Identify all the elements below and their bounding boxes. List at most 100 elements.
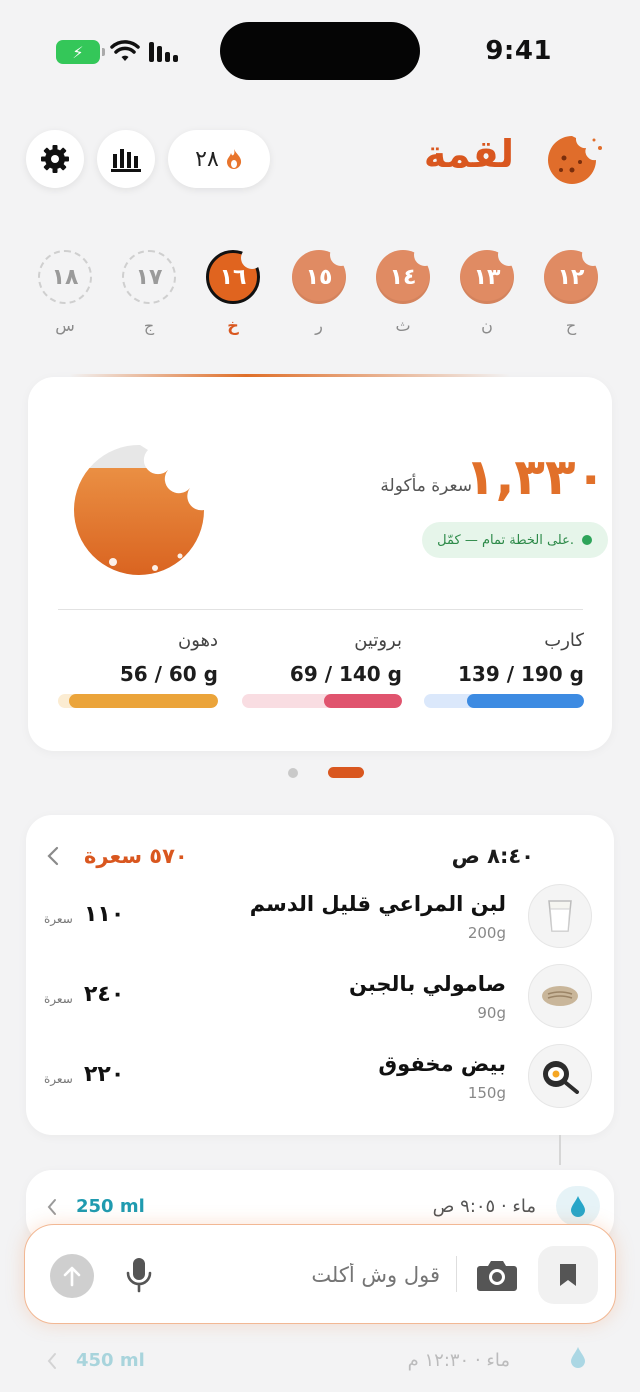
calorie-unit: سعرة: [44, 912, 73, 926]
dynamic-island: [220, 22, 420, 80]
day-1[interactable]: ١٣ ن: [460, 244, 520, 335]
food-item-calories: ١١٠: [84, 902, 125, 927]
food-item-weight: 200g: [467, 924, 506, 942]
water-log-amount: 250 ml: [76, 1196, 145, 1217]
macro-name: بروتين: [354, 630, 402, 651]
streak-badge[interactable]: ٢٨: [168, 130, 270, 188]
bread-icon: [528, 964, 592, 1028]
macro-progress-fill: [323, 694, 402, 708]
day-circle: ١٦: [206, 247, 263, 304]
signal-icon: [149, 42, 178, 62]
day-number: ١٣: [473, 264, 501, 290]
page-dot-2-active[interactable]: [328, 767, 364, 778]
calories-eaten-label: سعرة مأكولة: [380, 476, 472, 496]
page-dot-1[interactable]: [288, 768, 298, 778]
water-log-row[interactable]: ماء · ١٢:٣٠ م 450 ml: [26, 1326, 614, 1392]
microphone-icon[interactable]: [124, 1256, 154, 1294]
bite-mark: [241, 247, 263, 269]
divider: [456, 1256, 457, 1292]
flame-icon: [226, 149, 241, 169]
calories-eaten-value: ١,٣٣٠: [464, 448, 606, 506]
day-number: ١٤: [389, 264, 417, 290]
day-label: ر: [315, 316, 323, 335]
day-6[interactable]: ١٨ س: [38, 250, 92, 335]
app-logo-cookie-icon: [548, 136, 602, 184]
food-item-name[interactable]: صامولي بالجبن: [349, 972, 506, 996]
food-item-weight: 150g: [467, 1084, 506, 1102]
calorie-unit: سعرة: [44, 1072, 73, 1086]
gear-icon: [41, 145, 69, 173]
macro-value: 69 / 140 g: [289, 662, 402, 686]
day-label: ث: [395, 316, 411, 335]
chevron-left-icon[interactable]: [46, 1352, 58, 1370]
day-label: ج: [143, 316, 155, 335]
frying-pan-egg-icon: [528, 1044, 592, 1108]
streak-count: ٢٨: [195, 146, 219, 172]
send-button[interactable]: [50, 1254, 94, 1298]
macro-value: 139 / 190 g: [457, 662, 584, 686]
chevron-left-icon[interactable]: [46, 846, 60, 866]
macro-name: دهون: [177, 630, 218, 651]
saved-meals-button[interactable]: [538, 1246, 598, 1304]
water-drop-icon: [556, 1186, 600, 1226]
bite-mark: [330, 244, 352, 266]
food-text-input[interactable]: [170, 1252, 440, 1298]
day-number: ١٢: [557, 264, 585, 290]
day-circle: ١٥: [292, 244, 352, 304]
day-3[interactable]: ١٥ ر: [292, 244, 352, 335]
day-number: ١٥: [305, 264, 333, 290]
day-5[interactable]: ١٧ ج: [122, 250, 176, 335]
day-number: ١٧: [135, 264, 163, 290]
cookie-progress-icon: [73, 444, 204, 575]
day-4[interactable]: ١٦ خ: [206, 247, 263, 335]
day-0[interactable]: ١٢ ح: [544, 244, 604, 335]
timeline-connector: [559, 1135, 561, 1165]
bar-chart-icon: [111, 149, 141, 172]
water-log-label: ماء · ٩:٠٥ ص: [432, 1196, 536, 1217]
macro-progress-bar: [58, 694, 218, 708]
food-item-weight: 90g: [477, 1004, 506, 1022]
chevron-left-icon[interactable]: [46, 1198, 58, 1216]
water-log-label: ماء · ١٢:٣٠ م: [407, 1350, 510, 1371]
macro-name: كارب: [544, 630, 584, 651]
macro-progress-bar: [242, 694, 402, 708]
day-label: خ: [227, 316, 239, 335]
bite-mark: [582, 244, 604, 266]
day-2[interactable]: ١٤ ث: [376, 244, 436, 335]
day-circle: ١٤: [376, 244, 436, 304]
macro-value: 56 / 60 g: [119, 662, 218, 686]
day-label: س: [55, 316, 75, 335]
stats-button[interactable]: [97, 130, 155, 188]
battery-icon: ⚡: [56, 40, 105, 64]
settings-button[interactable]: [26, 130, 84, 188]
food-item-name[interactable]: لبن المراعي قليل الدسم: [250, 892, 506, 916]
day-number: ١٨: [51, 264, 79, 290]
app-title: لقمة: [423, 132, 514, 176]
divider: [58, 609, 583, 610]
water-drop-icon: [571, 1347, 585, 1368]
food-item-calories: ٢٤٠: [84, 982, 125, 1007]
day-label: ح: [565, 316, 577, 335]
day-label: ن: [481, 316, 493, 335]
status-time: 9:41: [485, 36, 552, 66]
milk-glass-icon: [528, 884, 592, 948]
plan-status-text: على الخطة تمام — كمّل.: [437, 532, 574, 548]
macro-progress-fill: [467, 694, 584, 708]
day-circle: ١٨: [38, 250, 92, 304]
water-log-amount: 450 ml: [76, 1350, 145, 1371]
food-item-calories: ٢٢٠: [84, 1062, 125, 1087]
calorie-unit: سعرة: [44, 992, 73, 1006]
day-circle: ١٢: [544, 244, 604, 304]
status-dot-icon: [582, 535, 592, 545]
macro-progress-bar: [424, 694, 584, 708]
macro-progress-fill: [69, 694, 218, 708]
plan-status-badge: على الخطة تمام — كمّل.: [422, 522, 608, 558]
bookmark-icon: [560, 1264, 576, 1286]
day-circle: ١٧: [122, 250, 176, 304]
food-item-name[interactable]: بيض مخفوق: [378, 1052, 506, 1076]
meal-time: ٨:٤٠ ص: [451, 844, 534, 868]
meal-total-calories: ٥٧٠ سعرة: [84, 844, 188, 868]
wifi-icon: [110, 40, 140, 61]
bite-mark: [498, 244, 520, 266]
camera-icon[interactable]: [476, 1258, 518, 1292]
